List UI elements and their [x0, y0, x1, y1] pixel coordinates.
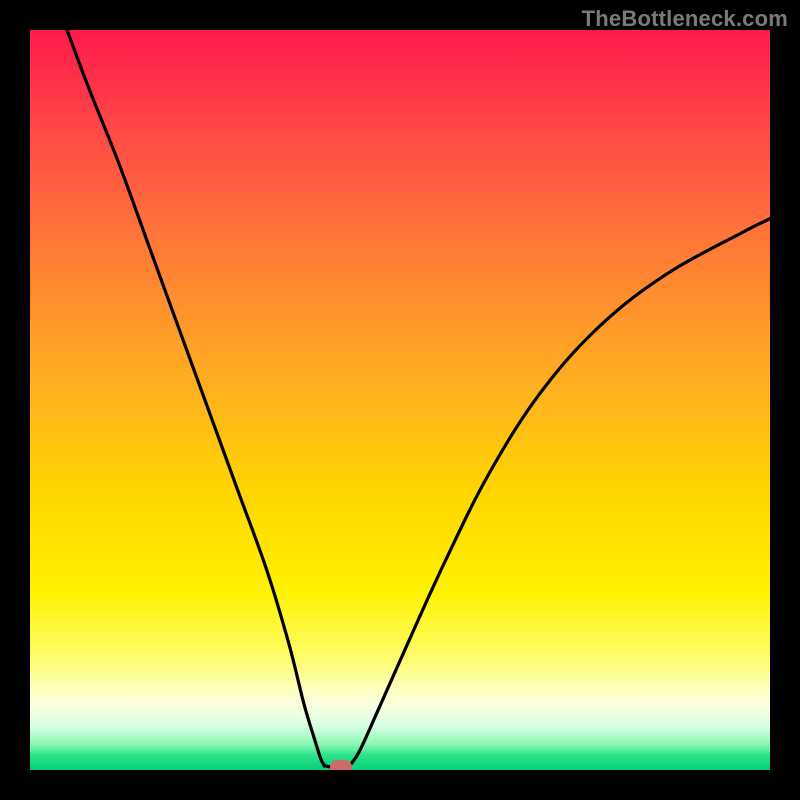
watermark-text: TheBottleneck.com [582, 6, 788, 32]
curve-path [67, 30, 770, 769]
bottleneck-curve [30, 30, 770, 770]
optimum-marker [330, 760, 352, 770]
plot-area [30, 30, 770, 770]
